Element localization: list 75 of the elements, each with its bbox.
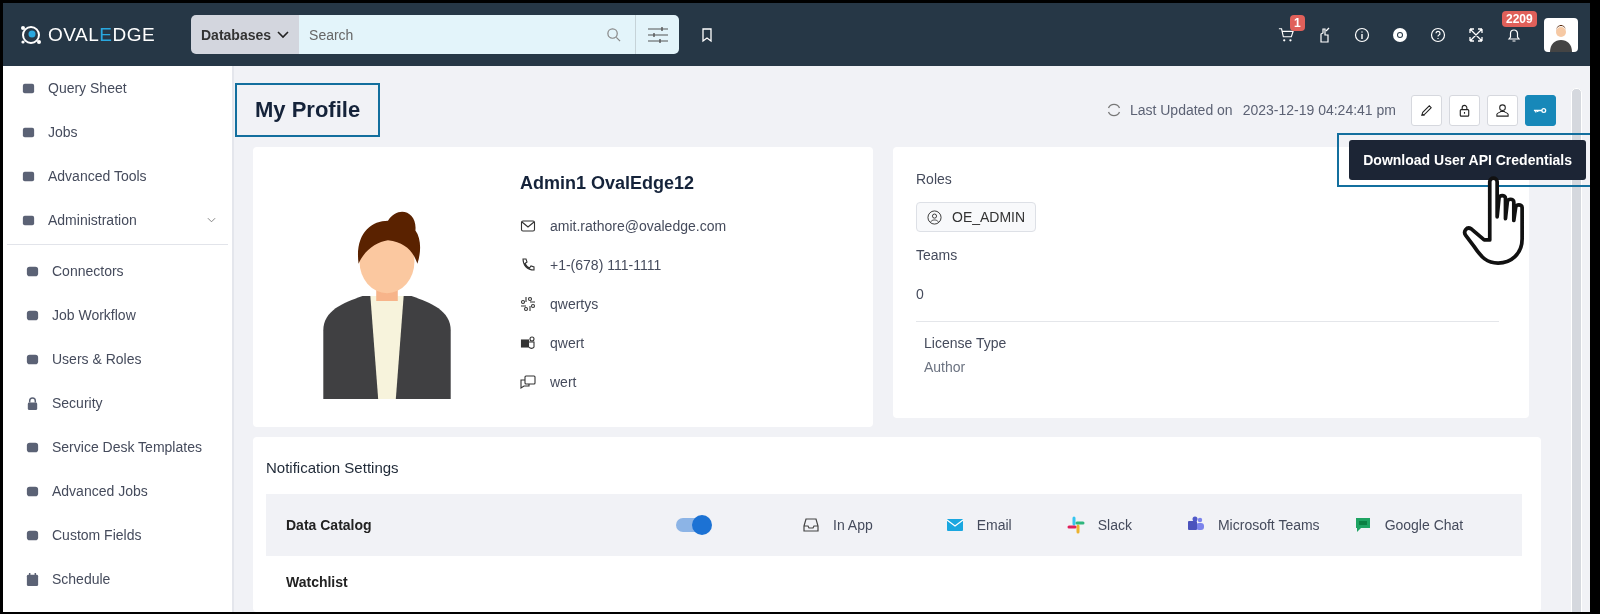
envelope-icon	[945, 516, 964, 534]
scope-dropdown[interactable]: Databases	[191, 15, 300, 54]
info-icon[interactable]	[1354, 26, 1370, 43]
people-icon	[520, 334, 536, 351]
sliders-icon	[647, 25, 668, 44]
search-field[interactable]: Search	[299, 15, 635, 54]
bookmark-icon[interactable]	[699, 26, 715, 43]
page-title: My Profile	[255, 97, 361, 123]
logo-text: OVALEDGE	[48, 23, 156, 46]
last-updated-time: 2023-12-19 04:24:41 pm	[1242, 102, 1396, 118]
notification-category: Watchlist	[286, 574, 349, 590]
notification-count: 2209	[1502, 10, 1537, 27]
profile-detail: amit.rathore@ovaledge.com	[550, 217, 727, 234]
scrollbar-thumb[interactable]	[1570, 88, 1582, 612]
user-name: Admin1 OvalEdge12	[520, 173, 696, 194]
key-button[interactable]	[1525, 94, 1556, 126]
pencil-icon	[1419, 102, 1434, 118]
notification-category: Data Catalog	[286, 517, 373, 533]
sidebar-item[interactable]: Security	[3, 381, 232, 425]
user-icon	[927, 209, 942, 225]
section-title: Notification Settings	[266, 459, 400, 476]
chevron-icon	[207, 217, 216, 223]
channel-label: Google Chat	[1384, 517, 1464, 533]
user-button[interactable]	[1487, 94, 1518, 126]
help-icon[interactable]	[1430, 26, 1446, 43]
lock-button[interactable]	[1449, 94, 1480, 126]
phone-icon	[520, 256, 536, 273]
user-icon	[1495, 102, 1510, 118]
channel-label: Email	[976, 517, 1012, 533]
chat-icon	[1353, 516, 1372, 534]
lock-icon	[25, 395, 40, 411]
profile-detail: qwert	[550, 334, 585, 351]
teams-label: Teams	[916, 247, 959, 263]
roles-label: Roles	[916, 171, 953, 187]
license-value: Author	[924, 359, 967, 375]
cart-count: 1	[1290, 14, 1305, 31]
channel-label: Slack	[1097, 517, 1132, 533]
channel-label: In App	[833, 517, 873, 533]
pencil-button[interactable]	[1411, 94, 1442, 126]
chat-icon	[520, 373, 536, 390]
cart-icon[interactable]	[1278, 26, 1294, 43]
bell-icon[interactable]	[1506, 26, 1522, 43]
channel-label: Microsoft Teams	[1217, 517, 1320, 533]
avatar-button[interactable]	[1544, 17, 1578, 52]
sidebar-item[interactable]: Jobs	[3, 110, 232, 154]
profile-detail: qwertys	[550, 295, 599, 312]
sidebar-item[interactable]: Connectors	[3, 249, 232, 293]
refresh-icon[interactable]	[1105, 102, 1122, 118]
tooltip: Download User API Credentials	[1349, 140, 1586, 180]
sidebar-item[interactable]: Users & Roles	[3, 337, 232, 381]
sidebar-item[interactable]: Advanced Jobs	[3, 469, 232, 513]
sidebar-item[interactable]: Administration	[3, 198, 232, 242]
teams-value: 0	[916, 286, 925, 302]
role-tag: OE_ADMIN	[916, 202, 1037, 232]
last-updated-label: Last Updated on	[1129, 102, 1233, 118]
calendar-icon	[25, 571, 40, 587]
hash-icon	[520, 295, 536, 312]
filter-button[interactable]	[635, 15, 679, 54]
expand-icon[interactable]	[1468, 26, 1484, 43]
sidebar-item[interactable]: Query Sheet	[3, 66, 232, 110]
toggle-switch[interactable]	[676, 518, 710, 532]
hash-icon	[1066, 516, 1085, 534]
sidebar-item[interactable]: Schedule	[3, 557, 232, 601]
sidebar-item[interactable]: Job Workflow	[3, 293, 232, 337]
sidebar-item[interactable]: Custom Fields	[3, 513, 232, 557]
lock-icon	[1457, 102, 1472, 118]
search-icon	[606, 27, 621, 42]
inbox-icon	[802, 516, 820, 534]
license-label: License Type	[924, 335, 1008, 351]
profile-detail: wert	[550, 373, 577, 390]
profile-detail: +1-(678) 111-1111	[550, 256, 662, 273]
sidebar-item[interactable]: Service Desk Templates	[3, 425, 232, 469]
sidebar-item[interactable]: Advanced Tools	[3, 154, 232, 198]
chevron-icon	[277, 30, 290, 39]
envelope-icon	[520, 217, 536, 234]
